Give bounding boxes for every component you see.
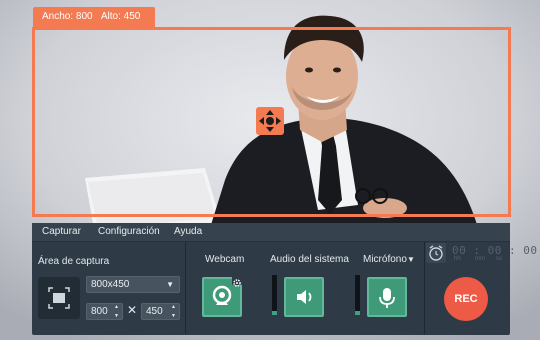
separator	[424, 242, 425, 334]
height-label: Alto: 450	[100, 11, 141, 22]
system-audio-button[interactable]	[284, 277, 324, 317]
capture-area-title: Área de captura	[38, 256, 110, 267]
system-audio-label: Audio del sistema	[270, 254, 349, 265]
width-input[interactable]: 800 ▲ ▼	[86, 303, 123, 320]
microphone-button[interactable]	[367, 277, 407, 317]
alarm-clock-icon	[429, 245, 443, 261]
dimension-times-icon: ✕	[127, 303, 138, 317]
stepper-icon[interactable]: ▲ ▼	[171, 303, 176, 321]
area-preset-value: 800x450	[91, 279, 130, 290]
height-value: 450	[146, 306, 163, 317]
height-input[interactable]: 450 ▲ ▼	[141, 303, 180, 320]
timer-unit-seconds: ss	[496, 256, 502, 262]
timer-display: 00 : 00 : 00	[452, 244, 538, 257]
record-button[interactable]: REC	[444, 277, 488, 321]
chevron-down-icon: ▼	[166, 280, 174, 289]
menu-capture[interactable]: Capturar	[42, 223, 81, 241]
system-audio-level-fill	[272, 311, 277, 315]
separator	[185, 242, 186, 334]
move-handle[interactable]	[256, 107, 284, 135]
width-label: Ancho: 800	[42, 11, 93, 22]
menu-help[interactable]: Ayuda	[174, 223, 202, 241]
microphone-label[interactable]: Micrófono	[363, 254, 407, 265]
gear-icon	[233, 279, 241, 287]
microphone-level-meter	[355, 275, 360, 315]
microphone-icon	[379, 288, 395, 308]
schedule-button[interactable]	[426, 243, 446, 263]
area-preset-select[interactable]: 800x450 ▼	[86, 276, 180, 293]
select-area-button[interactable]	[38, 277, 80, 319]
chevron-down-icon[interactable]: ▼	[407, 255, 415, 264]
webcam-settings-button[interactable]	[232, 275, 242, 287]
menu-bar: Capturar Configuración Ayuda	[32, 223, 510, 242]
timer-unit-minutes: mm	[475, 256, 485, 262]
speaker-icon	[297, 290, 312, 304]
webcam-label: Webcam	[205, 254, 245, 265]
move-arrows-icon	[259, 110, 281, 132]
system-audio-level-meter	[272, 275, 277, 315]
menu-settings[interactable]: Configuración	[98, 223, 160, 241]
capture-area-icon	[48, 287, 70, 309]
capture-size-tag: Ancho: 800 Alto: 450	[33, 7, 156, 27]
stepper-icon[interactable]: ▲ ▼	[114, 303, 119, 321]
microphone-level-fill	[355, 311, 360, 315]
timer-unit-hours: hh	[454, 256, 461, 262]
width-value: 800	[91, 306, 108, 317]
